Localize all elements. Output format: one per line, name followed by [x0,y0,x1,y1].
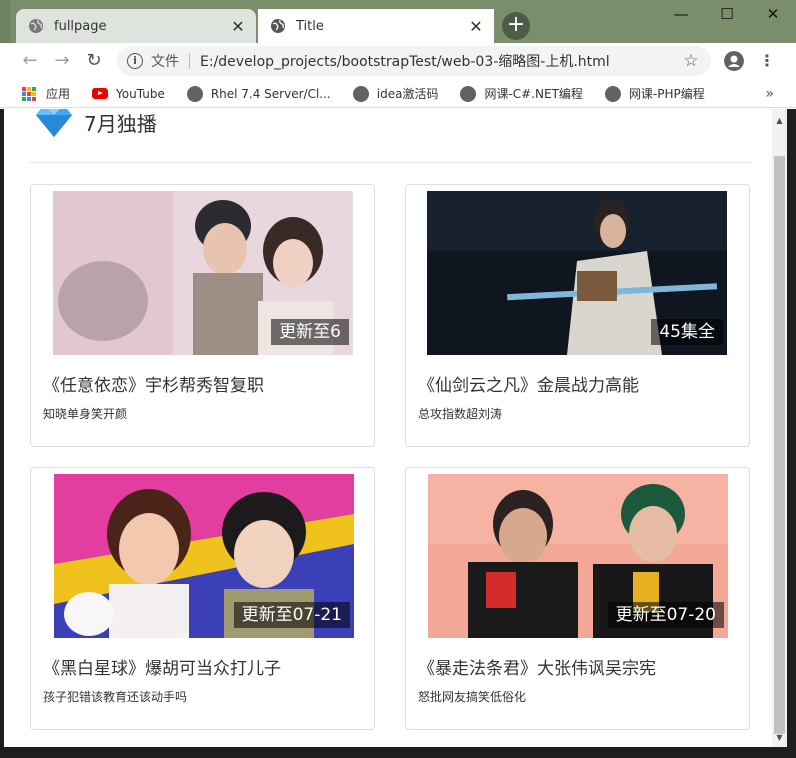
video-card[interactable]: 45集全 《仙剑云之凡》金晨战力高能 总攻指数超刘涛 [405,184,750,447]
bookmark-youtube[interactable]: YouTube [92,87,165,101]
bookmark-idea[interactable]: idea激活码 [352,85,439,102]
bookmark-label: 网课-PHP编程 [628,87,705,101]
episode-badge: 更新至6 [271,319,349,345]
bookmark-label: 应用 [46,87,71,101]
page-viewport: 7月独播 更新至6 《任意依恋》宇杉帮秀智复职 知晓单身笑开颜 45集全 《仙剑… [4,109,772,747]
profile-avatar-icon[interactable] [724,51,744,71]
episode-badge: 更新至07-21 [233,602,350,628]
address-bar[interactable]: i 文件 E:/develop_projects/bootstrapTest/w… [117,46,711,76]
maximize-button[interactable]: ☐ [704,0,750,30]
title-bar-edge [0,0,10,43]
bookmarks-bar: 应用 YouTube Rhel 7.4 Server/Cl... idea激活码… [0,80,796,108]
bookmark-label: idea激活码 [376,87,439,101]
page-title: 7月独播 [84,111,157,136]
card-title[interactable]: 《黑白星球》爆胡可当众打儿子 [43,654,281,679]
title-bar: fullpage ✕ Title ✕ + — ☐ ✕ [0,0,796,43]
close-window-button[interactable]: ✕ [750,0,796,30]
window-frame-bottom [0,747,796,758]
thumbnail-image[interactable]: 更新至07-20 [428,474,728,638]
omnibox-divider [189,53,190,69]
info-icon[interactable]: i [127,53,143,69]
card-subtitle: 知晓单身笑开颜 [43,407,128,421]
new-tab-button[interactable]: + [502,12,530,40]
globe-icon [352,85,369,102]
bookmark-php[interactable]: 网课-PHP编程 [604,85,705,102]
window-controls: — ☐ ✕ [658,0,796,30]
card-subtitle: 孩子犯错该教育还该动手吗 [43,690,188,704]
bookmark-rhel[interactable]: Rhel 7.4 Server/Cl... [186,85,331,102]
episode-badge: 更新至07-20 [607,602,724,628]
tab-label: Title [296,18,324,34]
video-card[interactable]: 更新至07-20 《暴走法条君》大张伟讽吴宗宪 怒批网友搞笑低俗化 [405,467,750,730]
globe-icon [271,19,285,33]
bookmark-label: YouTube [116,86,165,101]
forward-arrow-icon[interactable]: → [52,51,72,71]
card-title[interactable]: 《暴走法条君》大张伟讽吴宗宪 [418,654,656,679]
video-card[interactable]: 更新至6 《任意依恋》宇杉帮秀智复职 知晓单身笑开颜 [30,184,375,447]
thumbnail-image[interactable]: 更新至6 [53,191,353,355]
globe-icon [460,85,477,102]
url-text[interactable]: E:/develop_projects/bootstrapTest/web-03… [200,51,681,71]
scroll-down-icon[interactable]: ▼ [772,730,787,745]
card-title[interactable]: 《任意依恋》宇杉帮秀智复职 [43,371,264,396]
thumbnail-image[interactable]: 45集全 [427,191,727,355]
episode-badge: 45集全 [651,319,723,345]
youtube-icon [92,88,109,99]
globe-icon [186,85,203,102]
minimize-button[interactable]: — [658,0,704,30]
menu-dots-icon[interactable]: ⋮ [757,50,777,72]
tab-close-icon[interactable]: ✕ [466,17,486,36]
tab-fullpage[interactable]: fullpage ✕ [16,9,256,43]
globe-icon [29,19,43,33]
bookmark-label: Rhel 7.4 Server/Cl... [210,86,331,101]
tab-close-icon[interactable]: ✕ [228,17,248,36]
tab-title[interactable]: Title ✕ [258,9,494,43]
bookmark-star-icon[interactable]: ☆ [681,51,701,71]
card-title[interactable]: 《仙剑云之凡》金晨战力高能 [418,371,639,396]
tab-label: fullpage [54,18,107,34]
video-card[interactable]: 更新至07-21 《黑白星球》爆胡可当众打儿子 孩子犯错该教育还该动手吗 [30,467,375,730]
section-heading: 7月独播 [32,109,157,139]
vertical-scrollbar[interactable]: ▲ ▼ [772,109,787,747]
browser-toolbar: ← → ↻ i 文件 E:/develop_projects/bootstrap… [0,43,796,80]
window-frame-left [0,109,4,758]
thumbnail-image[interactable]: 更新至07-21 [54,474,354,638]
globe-icon [604,85,621,102]
scheme-label: 文件 [151,54,179,70]
divider [30,162,750,163]
reload-icon[interactable]: ↻ [84,51,104,71]
apps-grid-icon [22,86,36,101]
bookmark-label: 网课-C#.NET编程 [484,87,583,101]
bookmarks-overflow-button[interactable]: » [765,86,774,102]
window-frame-right [787,109,796,758]
bookmark-apps[interactable]: 应用 [22,85,70,102]
back-arrow-icon[interactable]: ← [20,51,40,71]
card-subtitle: 总攻指数超刘涛 [418,407,503,421]
card-subtitle: 怒批网友搞笑低俗化 [418,690,527,704]
scroll-up-icon[interactable]: ▲ [772,113,787,128]
scrollbar-thumb[interactable] [774,156,785,734]
bookmark-csharp[interactable]: 网课-C#.NET编程 [460,85,583,102]
diamond-icon [36,109,72,137]
